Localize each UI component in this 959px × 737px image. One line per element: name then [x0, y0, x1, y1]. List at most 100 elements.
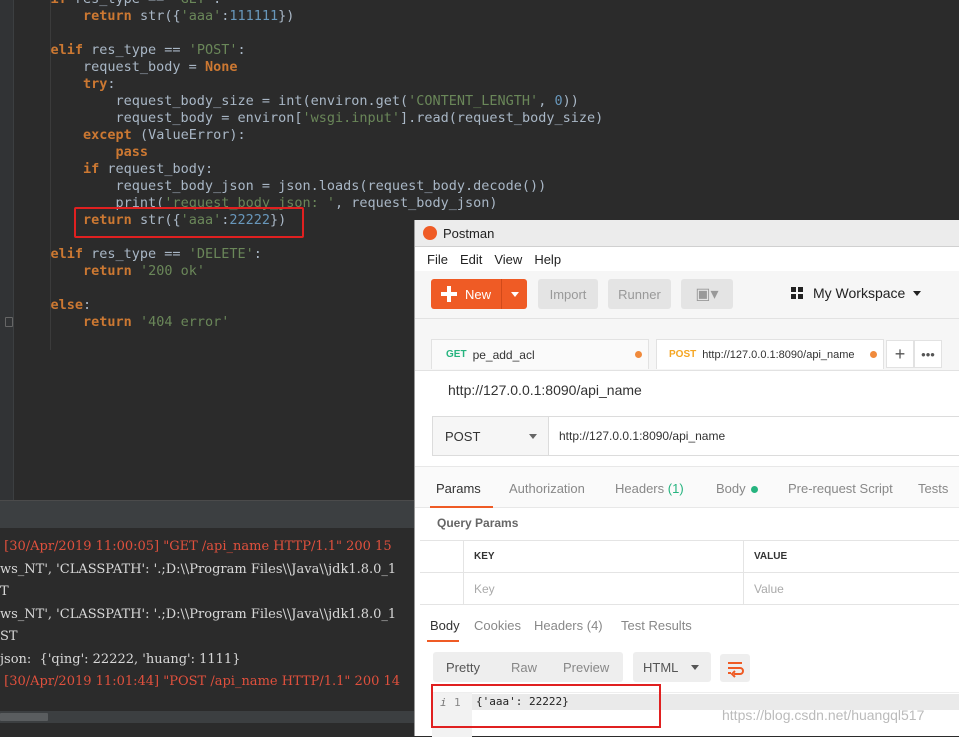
tab-method: GET	[446, 349, 467, 360]
unsaved-dot-icon	[635, 351, 642, 358]
new-window-button[interactable]: ▣▾	[681, 279, 733, 309]
tab-api-name[interactable]: POST http://127.0.0.1:8090/api_name	[656, 339, 884, 369]
postman-logo-icon	[423, 226, 437, 240]
chevron-down-icon[interactable]	[511, 292, 519, 297]
code-token: '404 error'	[139, 314, 230, 330]
window-title: Postman	[443, 225, 495, 241]
request-title: http://127.0.0.1:8090/api_name	[448, 382, 642, 398]
code-token: request_body_json = json.loads(request_b…	[18, 178, 547, 194]
code-token: 111111	[229, 8, 279, 24]
plus-icon	[441, 286, 457, 302]
code-token: try	[83, 76, 108, 92]
tab-headers-count: (1)	[667, 481, 684, 496]
code-line: request_body_size = int(environ.get('CON…	[18, 93, 603, 110]
code-line: try:	[18, 76, 603, 93]
view-pretty[interactable]: Pretty	[446, 660, 480, 675]
tab-authorization[interactable]: Authorization	[509, 481, 585, 496]
console-line: [30/Apr/2019 11:00:05] "GET /api_name HT…	[0, 539, 392, 554]
menu-edit[interactable]: Edit	[460, 252, 482, 267]
console-line: [30/Apr/2019 11:01:44] "POST /api_name H…	[0, 674, 401, 689]
code-token: str({	[139, 8, 181, 24]
code-token: return	[83, 263, 140, 279]
code-token: res_type ==	[91, 42, 189, 58]
view-preview[interactable]: Preview	[563, 660, 609, 675]
code-line: request_body = None	[18, 59, 603, 76]
key-input[interactable]: Key	[464, 573, 744, 605]
menu-file[interactable]: File	[427, 252, 448, 267]
fold-icon[interactable]	[5, 317, 13, 327]
import-button[interactable]: Import	[538, 279, 598, 309]
code-token: ].read(request_body_size)	[400, 110, 604, 126]
code-token: :	[107, 76, 116, 92]
editor-gutter	[0, 0, 14, 500]
tab-body[interactable]: Body	[716, 481, 758, 496]
runner-button[interactable]: Runner	[608, 279, 671, 309]
run-console: [30/Apr/2019 11:00:05] "GET /api_name HT…	[0, 528, 414, 736]
active-tab-indicator	[430, 506, 493, 508]
resp-tab-cookies[interactable]: Cookies	[474, 618, 521, 633]
resp-tab-test-results[interactable]: Test Results	[621, 618, 692, 633]
query-params-title: Query Params	[437, 516, 519, 530]
code-token: 'wsgi.input'	[302, 110, 401, 126]
code-token: res_type ==	[91, 246, 189, 262]
tab-pe-add-acl[interactable]: GET pe_add_acl	[431, 339, 649, 369]
menu-help[interactable]: Help	[534, 252, 561, 267]
menu-bar: File Edit View Help	[415, 247, 959, 271]
add-tab-button[interactable]: +	[886, 340, 914, 368]
view-raw[interactable]: Raw	[511, 660, 537, 675]
code-line: elif res_type == 'POST':	[18, 42, 603, 59]
tab-headers[interactable]: Headers (1)	[615, 481, 684, 496]
url-bar: POST http://127.0.0.1:8090/api_name	[432, 416, 959, 456]
tab-prerequest[interactable]: Pre-request Script	[788, 481, 893, 496]
unsaved-dot-icon	[870, 351, 877, 358]
code-token: :	[213, 0, 221, 7]
value-input[interactable]: Value	[744, 573, 959, 605]
workspace-switcher[interactable]: My Workspace	[791, 285, 922, 301]
code-line: request_body = environ['wsgi.input'].rea…	[18, 110, 604, 127]
code-token: 0	[554, 93, 563, 109]
code-token: request_body:	[107, 161, 214, 177]
code-line: if res_type == 'GET':	[18, 0, 603, 8]
code-token: 'aaa'	[180, 8, 222, 24]
tab-params[interactable]: Params	[436, 481, 481, 496]
code-line: pass	[18, 144, 603, 161]
console-line: ST	[0, 629, 18, 644]
code-token: 'POST'	[188, 42, 238, 58]
wrap-lines-button[interactable]	[720, 654, 750, 682]
request-tabs: Params Authorization Headers (1) Body Pr…	[415, 466, 959, 508]
code-token: else	[18, 297, 84, 313]
code-token: 'CONTENT_LENGTH'	[408, 93, 539, 109]
code-token: ,	[538, 93, 555, 109]
code-token: request_body = environ[	[18, 110, 303, 126]
tab-body-label: Body	[716, 481, 746, 496]
menu-view[interactable]: View	[494, 252, 522, 267]
resp-tab-headers[interactable]: Headers (4)	[534, 618, 603, 633]
body-indicator-icon	[750, 486, 758, 494]
tab-method: POST	[669, 349, 697, 360]
code-token: })	[278, 8, 295, 24]
value-header: VALUE	[744, 541, 959, 573]
code-token: return	[83, 8, 140, 24]
code-token: request_body =	[18, 59, 205, 75]
code-token: res_type ==	[75, 0, 173, 7]
resp-tab-body[interactable]: Body	[430, 618, 460, 633]
code-token: elif	[18, 42, 92, 58]
method-select[interactable]: POST	[433, 417, 549, 455]
code-line	[18, 25, 603, 42]
main-toolbar: New Import Runner ▣▾ My Workspace	[415, 271, 959, 319]
code-token: ))	[562, 93, 579, 109]
url-input[interactable]: http://127.0.0.1:8090/api_name	[549, 417, 959, 455]
scrollbar-thumb[interactable]	[0, 713, 48, 721]
console-line: T	[0, 584, 9, 599]
code-token: return	[83, 314, 140, 330]
tab-tests[interactable]: Tests	[918, 481, 948, 496]
format-select[interactable]: HTML	[633, 652, 711, 682]
more-tabs-button[interactable]: •••	[914, 340, 942, 368]
code-token: if	[18, 0, 75, 7]
new-button[interactable]: New	[431, 279, 527, 309]
console-scrollbar[interactable]	[0, 711, 414, 723]
